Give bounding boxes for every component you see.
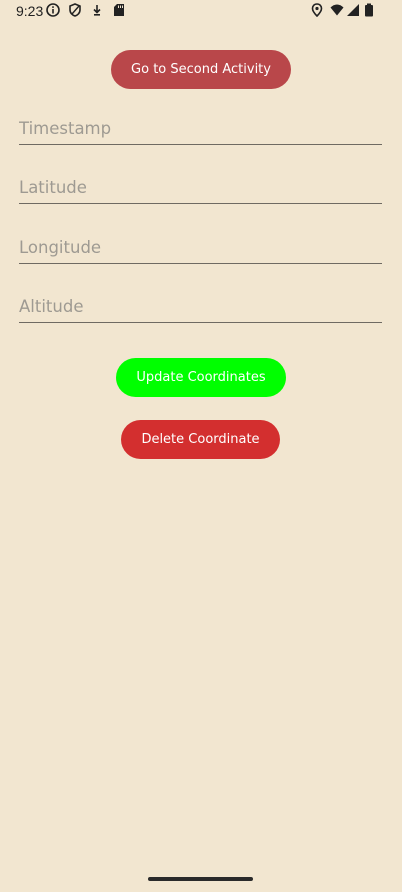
delete-coordinate-button[interactable]: Delete Coordinate [121, 420, 280, 459]
go-to-second-activity-button[interactable]: Go to Second Activity [111, 50, 291, 89]
status-time: 9:23 [16, 3, 44, 19]
timestamp-field[interactable] [19, 113, 382, 145]
longitude-field[interactable] [19, 232, 382, 264]
battery-icon [365, 3, 373, 17]
wifi-icon [330, 4, 344, 16]
signal-icon [347, 4, 359, 16]
home-indicator[interactable] [148, 877, 253, 881]
altitude-field[interactable] [19, 291, 382, 323]
status-bar: 9:23 [0, 0, 402, 22]
download-icon [93, 5, 101, 16]
info-icon [46, 3, 60, 17]
sd-card-icon [114, 4, 124, 16]
latitude-field[interactable] [19, 172, 382, 204]
shield-icon [69, 3, 81, 17]
update-coordinates-button[interactable]: Update Coordinates [116, 358, 286, 397]
location-icon [311, 3, 323, 17]
